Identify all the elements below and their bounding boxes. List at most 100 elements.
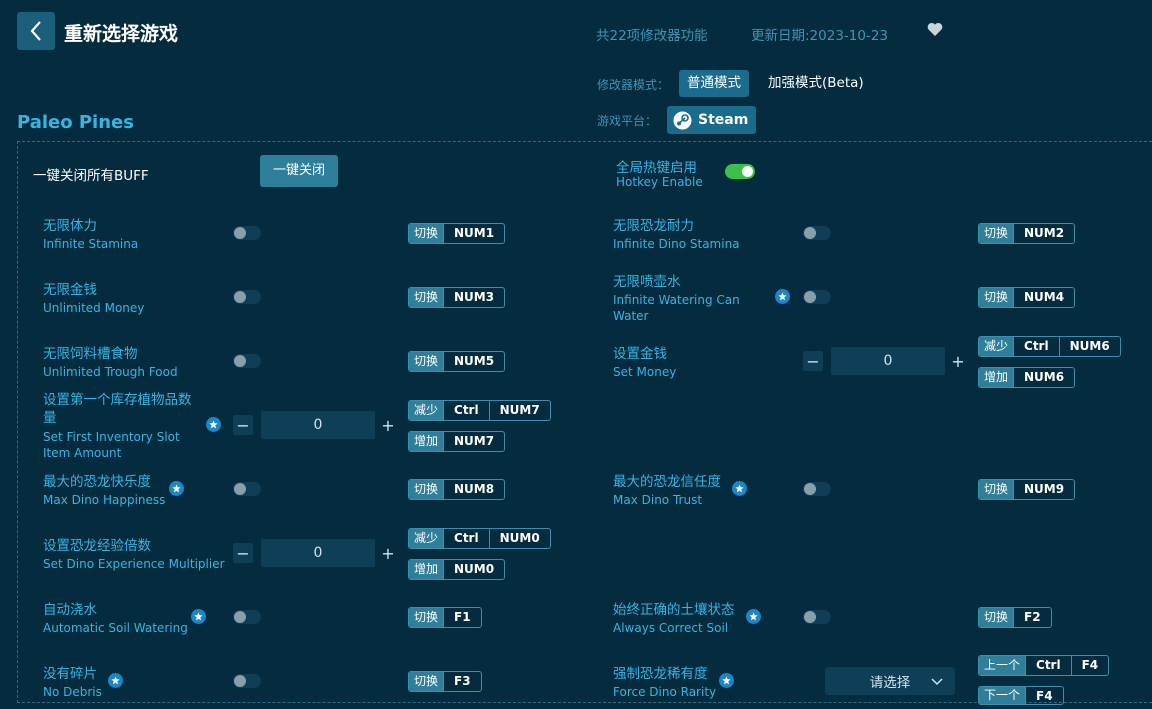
feature-count: 共22项修改器功能 [596,28,708,44]
key-value: NUM6 [1013,368,1074,387]
cheat-name-cn: 无限喷壶水 [613,274,681,290]
cheat-toggle-unlimited-trough-food[interactable] [233,354,261,368]
decrease-button[interactable]: − [233,543,253,563]
star-icon [191,609,206,624]
inventory-amount-input[interactable] [261,411,375,439]
star-icon [746,609,761,624]
cheat-toggle-infinite-dino-stamina[interactable] [803,226,831,240]
cheat-name-cn: 无限饲料槽食物 [43,346,138,362]
hotkey-dino-rarity-prev[interactable]: 上一个 Ctrl F4 [978,655,1110,676]
hotkey-infinite-watering-can[interactable]: 切换 NUM4 [978,287,1076,308]
cheat-name-en: Force Dino Rarity [613,685,717,699]
hotkey-unlimited-money[interactable]: 切换 NUM3 [408,287,506,308]
key-value: NUM9 [1013,480,1074,499]
cheat-name-cn: 设置恐龙经验倍数 [43,538,151,554]
key-action: 下一个 [979,687,1026,704]
key-value: NUM4 [1013,288,1074,307]
hotkey-dino-exp-decrease[interactable]: 减少 Ctrl NUM0 [408,528,551,549]
heart-icon[interactable] [927,22,943,41]
cheat-toggle-infinite-watering-can[interactable] [803,290,831,304]
key-value: NUM1 [443,224,504,243]
back-button[interactable] [17,12,55,50]
enhanced-mode-button[interactable]: 加强模式(Beta) [760,70,872,97]
hotkey-infinite-dino-stamina[interactable]: 切换 NUM2 [978,223,1076,244]
cheat-name-cn: 设置金钱 [613,346,667,362]
chevron-down-icon [931,678,943,686]
hotkey-max-dino-trust[interactable]: 切换 NUM9 [978,479,1076,500]
key-action: 增加 [409,432,444,451]
cheat-name-en: Infinite Stamina [43,237,139,251]
steam-platform-button[interactable]: Steam [667,106,757,134]
key-value: NUM8 [443,480,504,499]
hotkey-enable-label-cn: 全局热键启用 [616,160,697,176]
hotkey-enable-toggle[interactable] [725,164,755,179]
cheat-name-en: Set Dino Experience Multiplier [43,557,225,571]
cheat-name-cn: 无限金钱 [43,282,97,298]
platform-name: Steam [698,112,749,128]
hotkey-set-money-increase[interactable]: 增加 NUM6 [978,367,1076,388]
hotkey-inventory-increase[interactable]: 增加 NUM7 [408,431,506,452]
cheat-name-cn: 自动浇水 [43,602,97,618]
hotkey-auto-soil-watering[interactable]: 切换 F1 [408,607,482,628]
key-modifier: Ctrl [1013,337,1059,356]
cheat-toggle-unlimited-money[interactable] [233,290,261,304]
key-value: NUM2 [1013,224,1074,243]
cheat-name-cn: 无限体力 [43,218,97,234]
key-value: F1 [443,608,481,627]
key-action: 上一个 [979,656,1026,675]
page-title: 重新选择游戏 [64,23,179,45]
cheat-toggle-max-dino-trust[interactable] [803,482,831,496]
set-money-input[interactable] [831,347,945,375]
hotkey-inventory-decrease[interactable]: 减少 Ctrl NUM7 [408,400,551,421]
hotkey-dino-rarity-next[interactable]: 下一个 F4 [978,686,1064,705]
cheat-name-en: No Debris [43,685,102,699]
key-value: F3 [443,672,481,691]
hotkey-unlimited-trough-food[interactable]: 切换 NUM5 [408,351,506,372]
cheat-name-en: Automatic Soil Watering [43,621,188,635]
dino-rarity-select[interactable]: 请选择 [825,667,955,695]
key-action: 减少 [409,401,444,420]
key-action: 切换 [409,672,444,691]
cheat-name-cn: 无限恐龙耐力 [613,218,694,234]
hotkey-infinite-stamina[interactable]: 切换 NUM1 [408,223,506,244]
dino-exp-multiplier-input[interactable] [261,539,375,567]
key-value: NUM0 [488,529,550,548]
cheat-toggle-infinite-stamina[interactable] [233,226,261,240]
hotkey-no-debris[interactable]: 切换 F3 [408,671,482,692]
decrease-button[interactable]: − [803,351,823,371]
key-value: F2 [1013,608,1051,627]
star-icon [732,481,747,496]
cheat-name-en: Item Amount [43,446,122,460]
cheat-name-cn: 量 [43,410,57,426]
hotkey-set-money-decrease[interactable]: 减少 Ctrl NUM6 [978,336,1121,357]
cheat-name-cn: 始终正确的土壤状态 [613,602,735,618]
cheat-name-cn: 没有碎片 [43,666,97,682]
increase-button[interactable]: + [948,351,968,371]
increase-button[interactable]: + [378,415,398,435]
hotkey-always-correct-soil[interactable]: 切换 F2 [978,607,1052,628]
cheat-toggle-always-correct-soil[interactable] [803,610,831,624]
key-action: 切换 [409,352,444,371]
disable-all-label: 一键关闭所有BUFF [33,168,149,184]
disable-all-button[interactable]: 一键关闭 [260,155,338,187]
key-action: 切换 [979,608,1014,627]
normal-mode-button[interactable]: 普通模式 [679,70,749,97]
decrease-button[interactable]: − [233,415,253,435]
hotkey-enable-label-en: Hotkey Enable [616,175,703,189]
star-icon [775,289,790,304]
key-value: NUM7 [488,401,550,420]
star-icon [108,673,123,688]
hotkey-dino-exp-increase[interactable]: 增加 NUM0 [408,559,506,580]
cheat-name-en: Unlimited Trough Food [43,365,178,379]
hotkey-max-dino-happiness[interactable]: 切换 NUM8 [408,479,506,500]
cheat-name-en: Set First Inventory Slot [43,430,180,444]
star-icon [206,417,221,432]
cheat-name-cn: 强制恐龙稀有度 [613,666,708,682]
cheat-toggle-no-debris[interactable] [233,674,261,688]
cheat-name-cn: 设置第一个库存植物品数 [43,392,192,408]
key-value: NUM3 [443,288,504,307]
cheat-toggle-auto-soil-watering[interactable] [233,610,261,624]
cheat-toggle-max-dino-happiness[interactable] [233,482,261,496]
cheat-name-cn: 最大的恐龙快乐度 [43,474,151,490]
increase-button[interactable]: + [378,543,398,563]
